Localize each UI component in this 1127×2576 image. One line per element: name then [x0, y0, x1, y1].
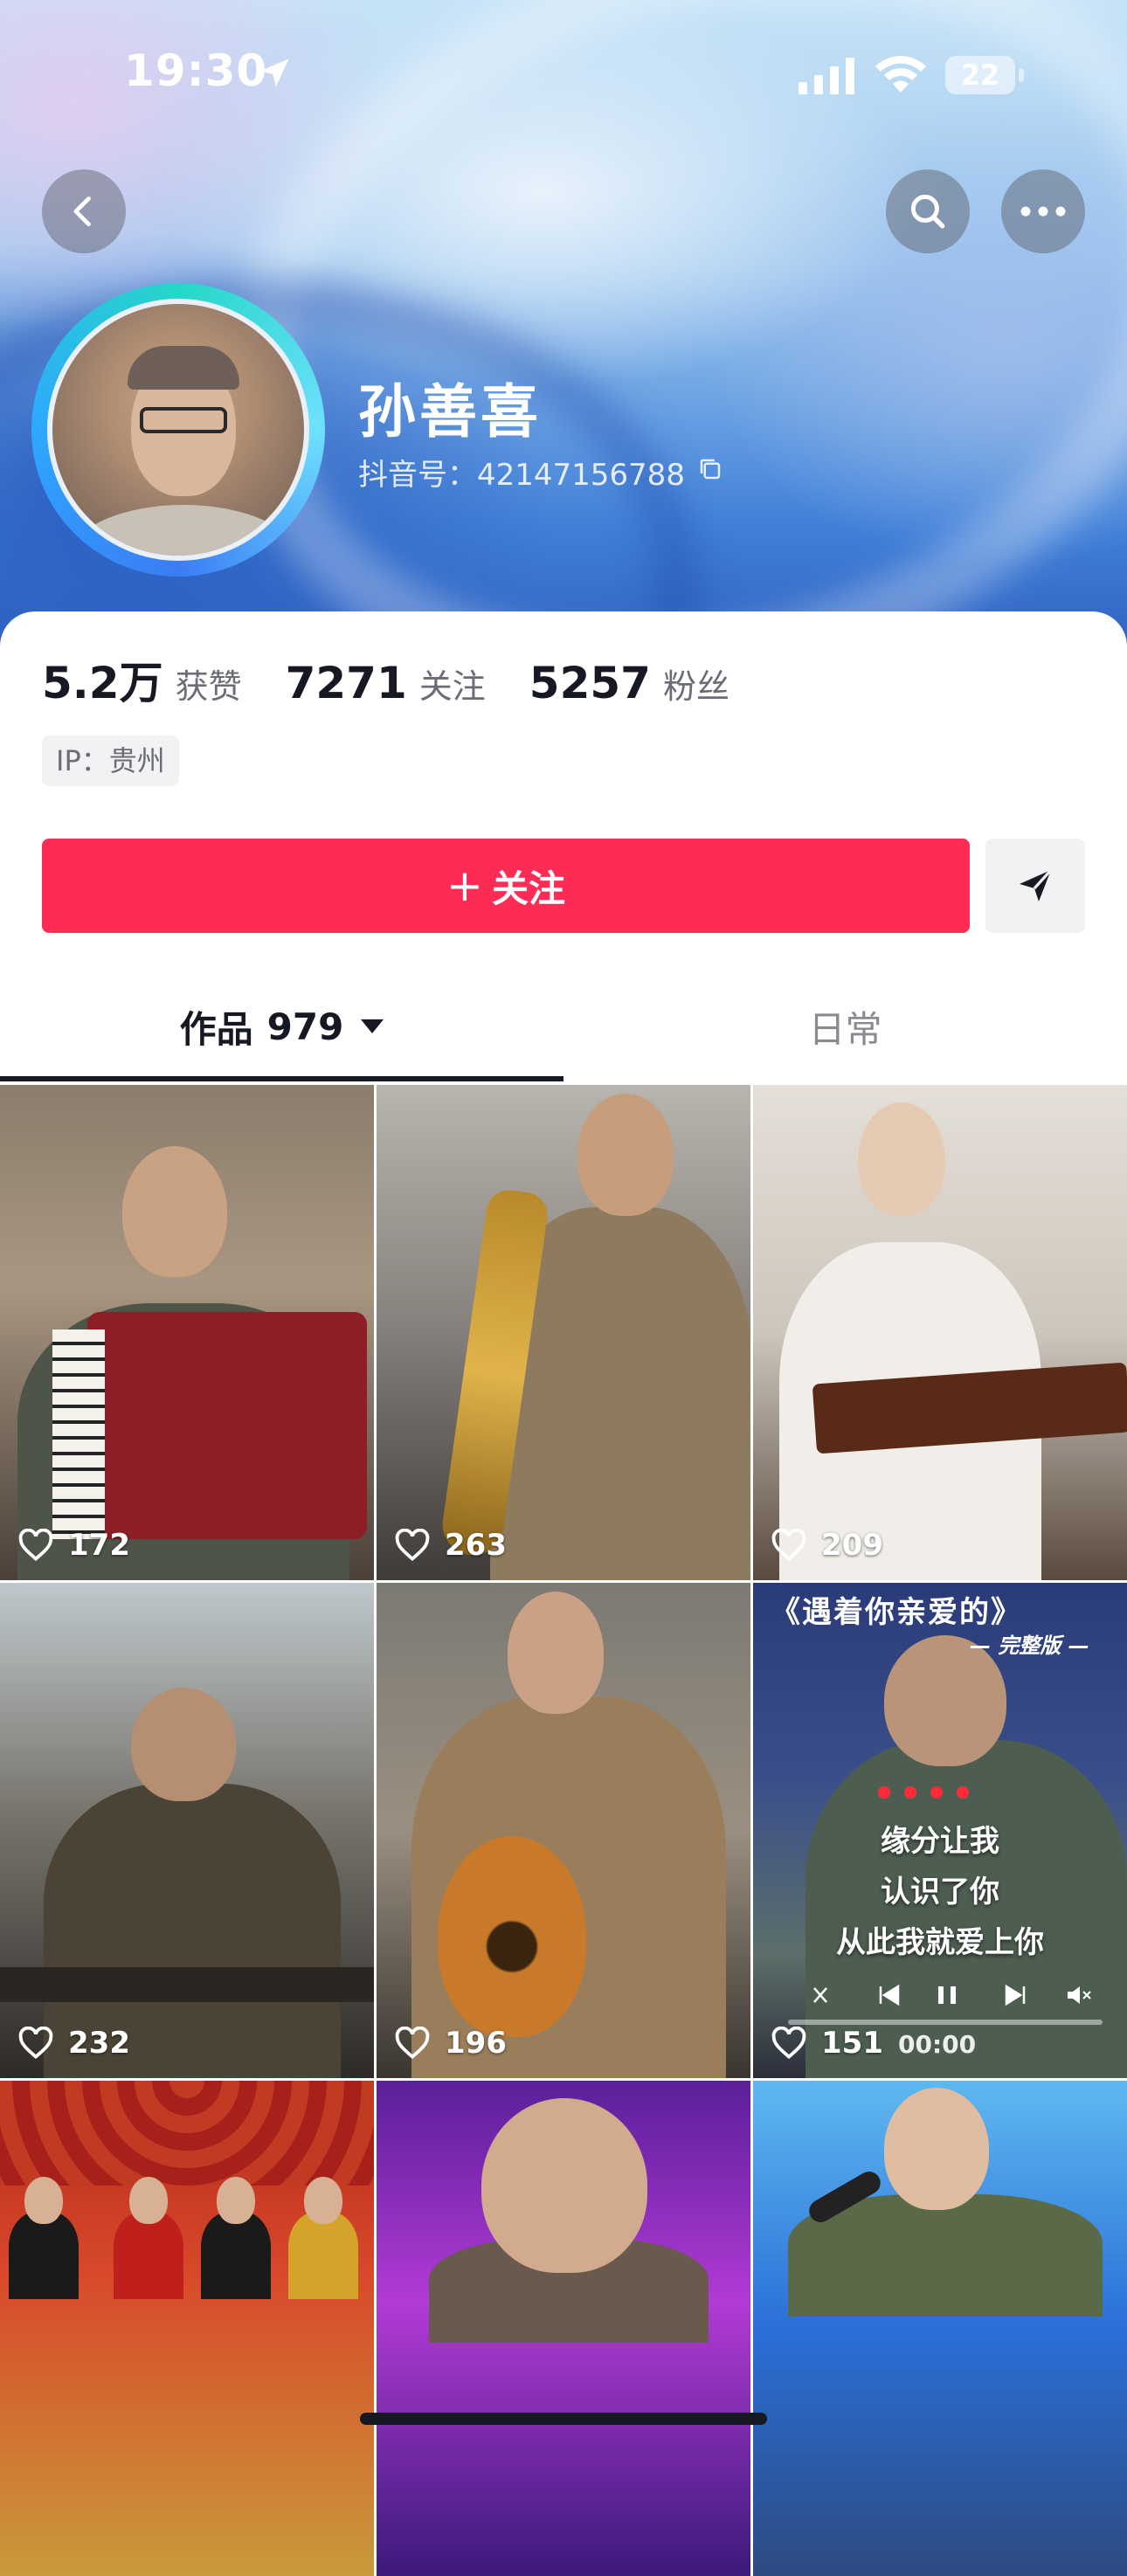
- heart-icon: [18, 2027, 53, 2060]
- wifi-icon: [875, 55, 926, 93]
- profile-tabs: 作品 979 日常: [0, 970, 1127, 1083]
- playback-time: 00:00: [898, 2030, 977, 2059]
- video-likes: 263: [394, 1528, 507, 1563]
- active-tab-indicator: [0, 1076, 564, 1081]
- playback-progress: [788, 2020, 1103, 2025]
- tab-works-count: 979: [266, 1005, 344, 1048]
- profile-header: 19:30 22 孙善喜 抖音号：42147156788: [0, 0, 1127, 664]
- location-arrow-icon: [259, 59, 289, 87]
- following-count[interactable]: 7271: [286, 658, 407, 708]
- copy-icon[interactable]: [697, 456, 723, 482]
- video-likes: 209: [771, 1528, 883, 1563]
- back-button[interactable]: [42, 169, 126, 253]
- douyin-id: 抖音号：42147156788: [358, 458, 685, 493]
- progress-dots: [878, 1786, 969, 1799]
- video-thumbnail[interactable]: [753, 2081, 1127, 2576]
- more-dots-icon: [1020, 206, 1066, 217]
- video-likes-count: 232: [68, 2026, 130, 2061]
- avatar-photo: [47, 299, 309, 561]
- profile-nickname: 孙善喜: [358, 378, 542, 445]
- follow-button[interactable]: + 关注: [42, 839, 970, 933]
- battery-level: 22: [945, 56, 1015, 94]
- video-likes: 196: [394, 2026, 507, 2061]
- likes-count: 5.2万: [42, 658, 163, 708]
- tab-works[interactable]: 作品 979: [0, 970, 564, 1083]
- followers-label[interactable]: 粉丝: [663, 660, 729, 708]
- video-thumbnail[interactable]: 《遇着你亲爱的》 — 完整版 — 缘分让我 认识了你 从此我就爱上你 00:00…: [753, 1583, 1127, 2078]
- video-thumbnail[interactable]: 232: [0, 1583, 374, 2078]
- video-subtitle: — 完整版 —: [970, 1633, 1089, 1658]
- send-message-button[interactable]: [985, 839, 1085, 933]
- send-arrow-icon: [1020, 868, 1053, 901]
- video-thumbnail[interactable]: [377, 2081, 750, 2576]
- status-bar: 19:30 22: [0, 0, 1127, 148]
- video-likes-count: 151: [821, 2026, 883, 2061]
- heart-icon: [771, 2027, 806, 2060]
- followers-count[interactable]: 5257: [529, 658, 651, 708]
- player-controls: [813, 1984, 1091, 2006]
- video-thumbnail[interactable]: 172: [0, 1085, 374, 1580]
- ip-location-tag: IP：贵州: [42, 736, 179, 786]
- following-label[interactable]: 关注: [419, 660, 486, 708]
- search-icon: [910, 194, 945, 229]
- home-indicator[interactable]: [360, 2413, 767, 2425]
- avatar[interactable]: [31, 283, 325, 577]
- caret-down-icon[interactable]: [361, 1019, 384, 1033]
- plus-icon: +: [446, 860, 483, 911]
- battery-indicator: 22: [945, 56, 1024, 94]
- video-thumbnail[interactable]: [0, 2081, 374, 2576]
- status-time: 19:30: [124, 45, 268, 96]
- video-thumbnail[interactable]: 263: [377, 1085, 750, 1580]
- search-button[interactable]: [886, 169, 970, 253]
- tab-daily-label: 日常: [808, 1007, 882, 1051]
- lyric-line: 缘分让我: [881, 1824, 999, 1859]
- video-likes-count: 263: [445, 1528, 507, 1563]
- video-likes: 151: [771, 2026, 883, 2061]
- profile-stats: 5.2万 获赞 7271 关注 5257 粉丝: [42, 648, 773, 708]
- video-likes-count: 196: [445, 2026, 507, 2061]
- heart-icon: [395, 1529, 430, 1562]
- more-options-button[interactable]: [1001, 169, 1085, 253]
- heart-icon: [18, 1529, 53, 1562]
- tab-works-label: 作品: [179, 1007, 253, 1051]
- lyric-line: 从此我就爱上你: [836, 1925, 1044, 1960]
- heart-icon: [395, 2027, 430, 2060]
- chevron-left-icon: [73, 196, 91, 227]
- video-likes-count: 209: [821, 1528, 883, 1563]
- video-thumbnail[interactable]: 196: [377, 1583, 750, 2078]
- video-title: 《遇着你亲爱的》: [771, 1595, 1022, 1630]
- video-likes: 232: [17, 2026, 130, 2061]
- likes-label: 获赞: [175, 667, 242, 706]
- follow-button-label: 关注: [491, 867, 565, 910]
- lyric-line: 认识了你: [881, 1875, 999, 1910]
- video-likes-count: 172: [68, 1528, 130, 1563]
- cellular-signal-icon: [799, 58, 854, 94]
- tab-daily[interactable]: 日常: [564, 970, 1127, 1083]
- heart-icon: [771, 1529, 806, 1562]
- video-thumbnail[interactable]: 209: [753, 1085, 1127, 1580]
- video-likes: 172: [17, 1528, 130, 1563]
